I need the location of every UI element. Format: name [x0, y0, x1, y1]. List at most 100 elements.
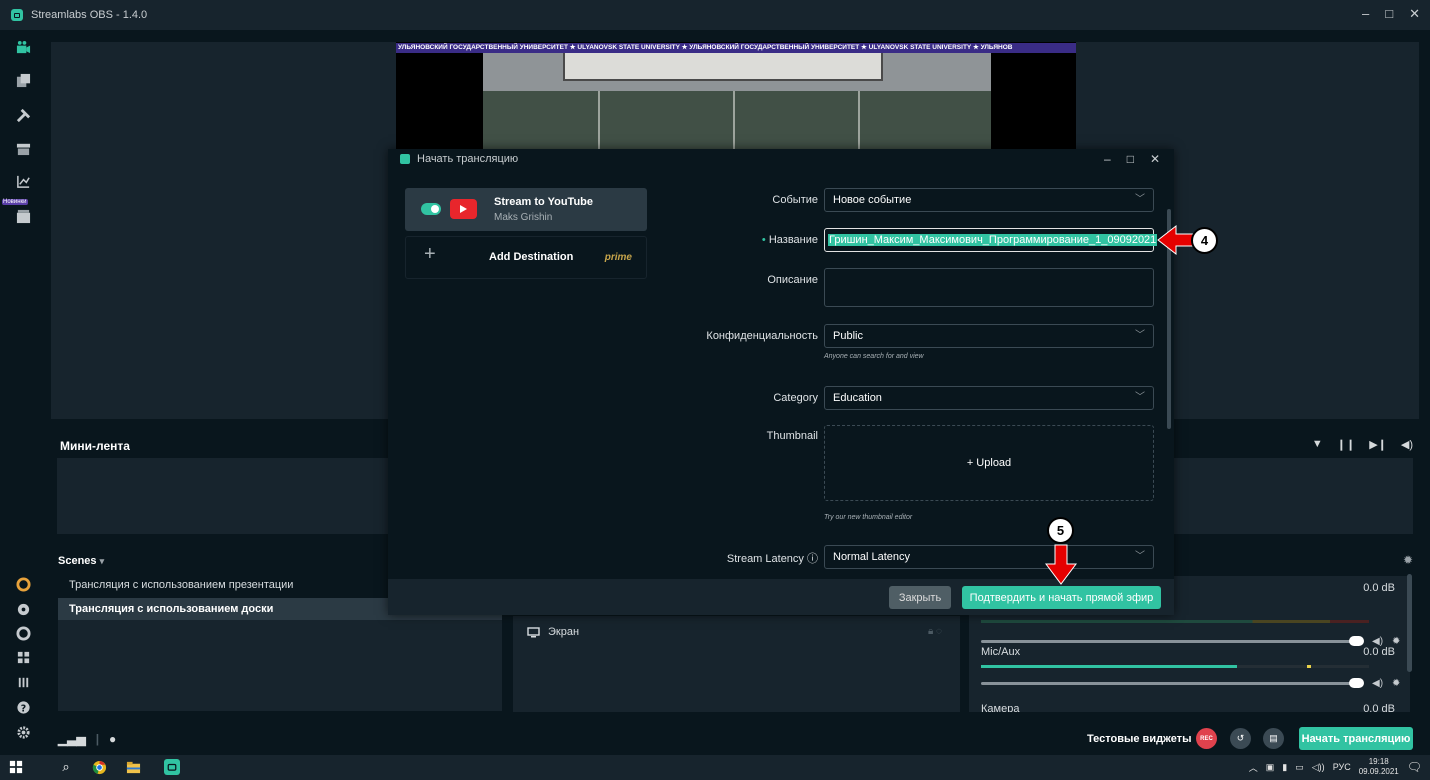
chat-icon[interactable] — [15, 625, 31, 641]
themes-icon[interactable] — [15, 72, 31, 88]
chevron-down-icon: ﹀ — [1135, 194, 1145, 205]
chevron-down-icon[interactable]: ▾ — [100, 556, 105, 566]
info-icon[interactable]: ● — [109, 732, 116, 746]
tray-app-icon[interactable]: ▣ — [1266, 762, 1275, 773]
camera-feed — [483, 53, 991, 150]
scenes-list-bg — [58, 620, 502, 711]
thumbnail-label: Thumbnail — [766, 430, 818, 442]
event-select[interactable]: Новое событие ﹀ — [824, 188, 1154, 212]
studio-icon[interactable] — [15, 39, 31, 55]
notifications-icon[interactable]: 🗨︎ — [1407, 760, 1422, 774]
category-value: Education — [833, 392, 882, 404]
volume-icon[interactable]: ◀) — [1401, 438, 1413, 451]
mixer-db: 0.0 dB — [1363, 582, 1395, 594]
clock-date: 09.09.2021 — [1358, 767, 1399, 776]
replay-buffer-icon[interactable]: ↺ — [1230, 728, 1251, 749]
speaker-icon[interactable]: ◀) — [1372, 678, 1383, 689]
latency-value: Normal Latency — [833, 551, 911, 563]
app-logo-icon — [11, 9, 23, 21]
tray-chevron-icon[interactable]: ︿ — [1249, 761, 1258, 774]
confirm-go-live-button[interactable]: Подтвердить и начать прямой эфир — [962, 586, 1161, 609]
scenes-header[interactable]: Scenes — [58, 555, 97, 567]
left-nav-sidebar: Новинки ? — [0, 30, 47, 755]
destination-toggle[interactable] — [421, 203, 441, 215]
name-label: • Название — [761, 234, 818, 246]
modal-titlebar: Начать трансляцию – □ ✕ — [388, 149, 1174, 169]
annotation-arrow-down — [1045, 544, 1077, 585]
help-circle-icon[interactable]: ⓘ — [807, 553, 818, 565]
thumbnail-hint[interactable]: Try our new thumbnail editor — [824, 514, 912, 521]
widgets-icon[interactable] — [15, 208, 31, 224]
help-icon[interactable]: ? — [15, 699, 31, 715]
latency-label: Stream Latency ⓘ — [727, 550, 818, 566]
search-icon[interactable]: ⌕ — [58, 759, 74, 775]
lock-visibility-icons[interactable]: 🔒︎ ◌ — [928, 626, 942, 637]
mixer-scrollbar[interactable] — [1407, 574, 1412, 672]
close-button[interactable]: Закрыть — [889, 586, 951, 609]
clock[interactable]: 19:18 09.09.2021 — [1359, 757, 1399, 777]
annotation-callout-4: 4 — [1191, 227, 1218, 254]
add-destination-label: Add Destination — [489, 251, 574, 263]
source-label: Экран — [548, 626, 580, 638]
privacy-value: Public — [833, 330, 863, 342]
modal-maximize-button[interactable]: □ — [1127, 152, 1134, 166]
plus-icon: + — [424, 243, 436, 265]
privacy-select[interactable]: Public ﹀ — [824, 324, 1154, 348]
grid-icon[interactable] — [15, 649, 31, 665]
destination-youtube[interactable]: Stream to YouTube Maks Grishin — [405, 188, 647, 231]
source-item[interactable]: Экран — [527, 626, 579, 638]
network-icon[interactable]: ▭ — [1295, 762, 1304, 773]
skip-icon[interactable]: ▶❙ — [1369, 438, 1387, 451]
pause-icon[interactable]: ❙❙ — [1337, 438, 1355, 451]
window-title: Streamlabs OBS - 1.4.0 — [31, 9, 148, 21]
schedule-icon[interactable]: ▤ — [1263, 728, 1284, 749]
volume-fader[interactable] — [981, 640, 1353, 643]
thumbnail-upload[interactable]: + Upload — [824, 425, 1154, 501]
projector-screen — [563, 53, 883, 81]
highlight-icon[interactable] — [15, 576, 31, 592]
name-label-text: Название — [768, 234, 818, 246]
go-live-button[interactable]: Начать трансляцию — [1299, 727, 1413, 750]
record-button[interactable]: REC — [1196, 728, 1217, 749]
clock-time: 19:18 — [1368, 757, 1389, 766]
file-explorer-icon[interactable] — [125, 759, 141, 775]
circle-icon[interactable] — [15, 601, 31, 617]
stats-icon[interactable] — [15, 173, 31, 189]
description-input[interactable] — [824, 268, 1154, 307]
close-window-button[interactable]: ✕ — [1409, 6, 1420, 22]
volume-fader[interactable] — [981, 682, 1353, 685]
chevron-down-icon: ﹀ — [1135, 551, 1145, 562]
windows-start-icon[interactable] — [8, 759, 24, 775]
tray-mic-icon[interactable]: ▮ — [1282, 762, 1287, 773]
filter-icon[interactable]: ▼ — [1312, 438, 1323, 451]
mixer-settings-icon[interactable]: ✹ — [1403, 553, 1413, 567]
minimize-button[interactable]: – — [1362, 6, 1369, 22]
prime-badge: prime — [604, 252, 632, 263]
name-input[interactable]: Гришин_Максим_Максимович_Программировани… — [824, 228, 1158, 252]
category-label: Category — [773, 392, 818, 404]
chrome-icon[interactable] — [91, 759, 107, 775]
gear-icon[interactable]: ✹ — [1392, 678, 1400, 689]
modal-minimize-button[interactable]: – — [1104, 152, 1111, 166]
streamlabs-taskbar-icon[interactable] — [164, 759, 180, 775]
tools-icon[interactable] — [15, 107, 31, 123]
fader-knob[interactable] — [1349, 678, 1364, 688]
chevron-down-icon: ﹀ — [1135, 330, 1145, 341]
fader-knob[interactable] — [1349, 636, 1364, 646]
youtube-icon — [450, 199, 477, 219]
modal-title: Начать трансляцию — [417, 153, 519, 165]
bars-icon[interactable] — [15, 674, 31, 690]
volume-tray-icon[interactable]: ◁)) — [1312, 762, 1325, 773]
performance-icon[interactable]: ▁▃▅ — [58, 732, 86, 746]
add-destination-button[interactable]: + Add Destination prime — [405, 236, 647, 279]
latency-label-text: Stream Latency — [726, 553, 804, 565]
latency-select[interactable]: Normal Latency ﹀ — [824, 545, 1154, 569]
store-icon[interactable] — [15, 140, 31, 156]
mini-feed-title: Мини-лента — [60, 439, 130, 453]
category-select[interactable]: Education ﹀ — [824, 386, 1154, 410]
modal-close-icon[interactable]: ✕ — [1150, 152, 1160, 166]
sources-panel: Экран 🔒︎ ◌ — [513, 616, 960, 712]
language-indicator[interactable]: РУС — [1333, 762, 1351, 772]
settings-icon[interactable] — [15, 724, 31, 740]
maximize-button[interactable]: □ — [1385, 6, 1393, 22]
